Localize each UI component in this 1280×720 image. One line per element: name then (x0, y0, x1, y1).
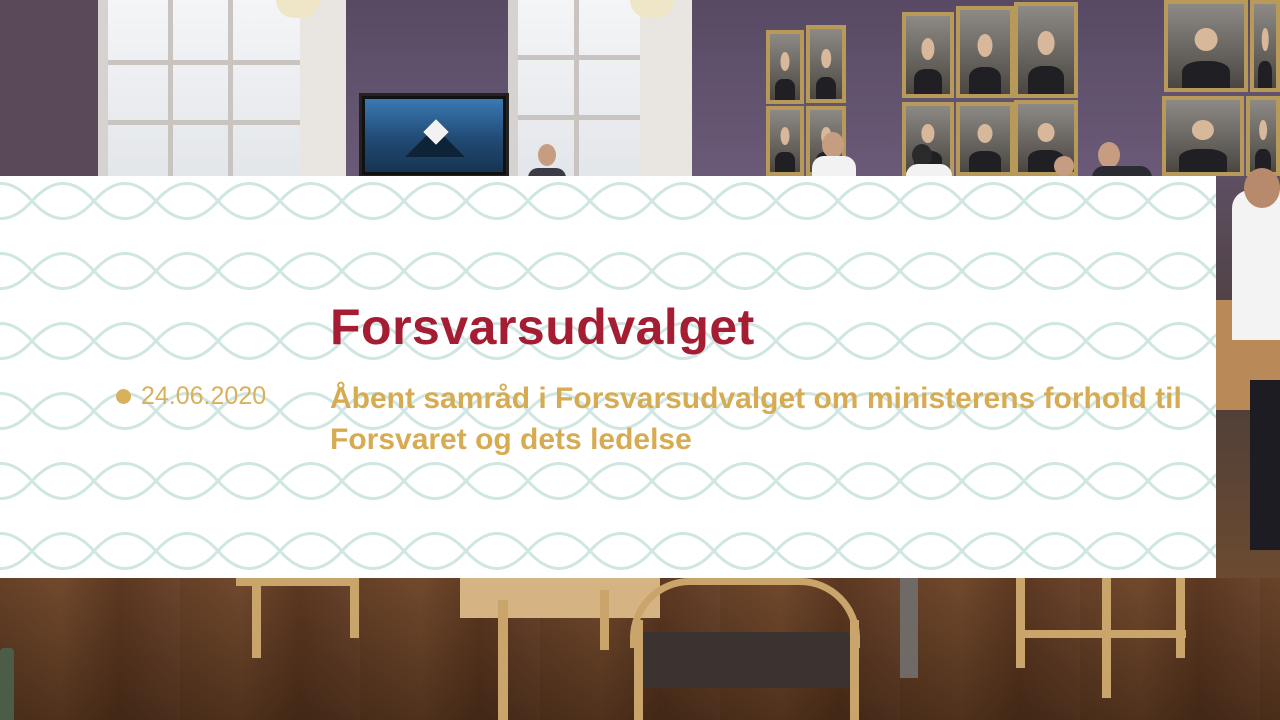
pillar-right (640, 0, 692, 176)
person-standing (1232, 190, 1280, 340)
portrait (806, 25, 846, 103)
meeting-subject: Åbent samråd i Forsvarsudvalget om minis… (330, 382, 1182, 456)
portrait (1164, 0, 1248, 92)
portrait (956, 102, 1014, 176)
date-row: 24.06.2020 (116, 384, 266, 409)
portrait (1162, 96, 1244, 176)
committee-title: Forsvarsudvalget (330, 299, 755, 355)
portrait (956, 6, 1014, 98)
person-legs (1250, 380, 1280, 550)
chair-leg (252, 578, 261, 658)
portrait (902, 12, 954, 98)
portrait (1250, 0, 1280, 92)
window-left (98, 0, 318, 176)
portrait (766, 106, 804, 176)
chair (1016, 578, 1025, 668)
portrait (1246, 96, 1280, 176)
person-head (1244, 168, 1280, 208)
window-center (508, 0, 660, 176)
bullet-dot-icon (116, 389, 131, 404)
wall-left (0, 0, 110, 176)
bottle (0, 648, 14, 720)
portrait (766, 30, 804, 104)
portrait (1014, 2, 1078, 98)
display-screen (359, 93, 509, 178)
banner-content: Forsvarsudvalget 24.06.2020 Åbent samråd… (0, 176, 1216, 578)
table (460, 578, 660, 618)
meeting-date: 24.06.2020 (141, 382, 267, 410)
pillar (300, 0, 346, 176)
title-banner: Forsvarsudvalget 24.06.2020 Åbent samråd… (0, 176, 1216, 578)
